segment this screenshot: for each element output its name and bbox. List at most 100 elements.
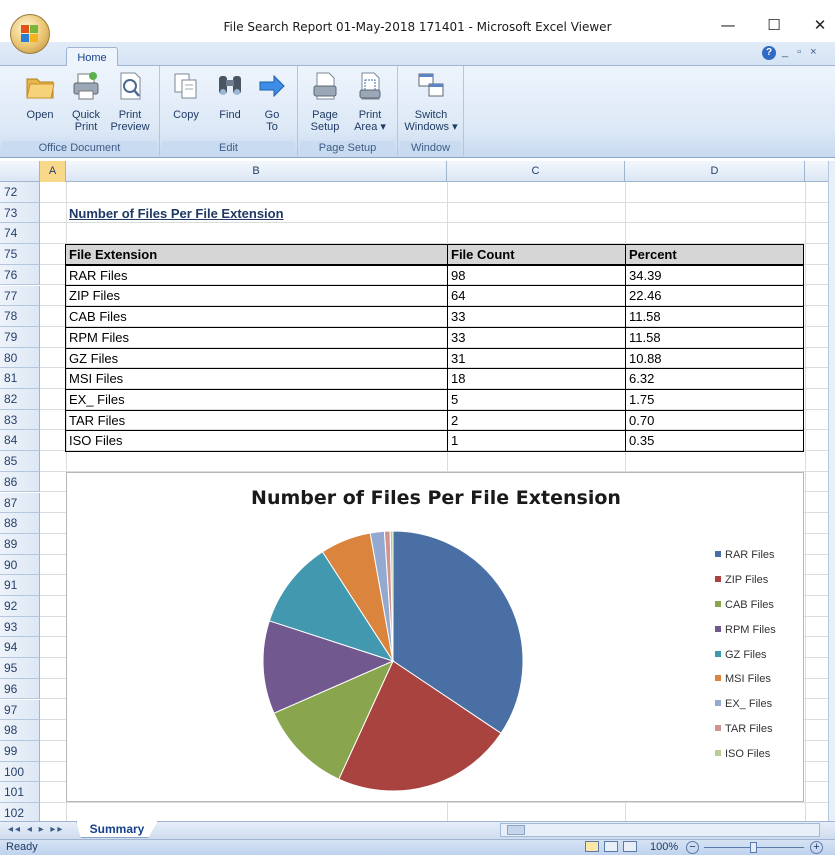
table-header-cell[interactable]: File Count (448, 244, 515, 265)
row-header[interactable]: 84 (0, 430, 40, 452)
vertical-scrollbar[interactable] (828, 161, 835, 821)
row-header[interactable]: 92 (0, 596, 40, 617)
quick-print-button[interactable]: Quick Print (68, 70, 104, 133)
page-break-icon[interactable] (623, 841, 637, 852)
page-setup-button[interactable]: Page Setup (306, 70, 344, 133)
open-button[interactable]: Open (20, 70, 60, 121)
zoom-slider-thumb[interactable] (750, 842, 757, 853)
row-header[interactable]: 100 (0, 761, 40, 783)
row-header[interactable]: 85 (0, 451, 40, 472)
normal-view-icon[interactable] (585, 841, 599, 852)
table-cell[interactable]: 2 (448, 410, 458, 431)
row-header[interactable]: 77 (0, 285, 40, 307)
copy-button[interactable]: Copy (168, 70, 204, 121)
row-header[interactable]: 80 (0, 347, 40, 369)
table-cell[interactable]: 98 (448, 265, 465, 286)
table-cell[interactable]: 64 (448, 285, 465, 306)
page-layout-icon[interactable] (604, 841, 618, 852)
table-cell[interactable]: 1 (448, 430, 458, 451)
help-icon[interactable]: ? (762, 46, 776, 60)
table-cell[interactable]: 0.35 (626, 430, 654, 451)
group-page-setup: Page Setup Print Area ▾ Page Setup (298, 66, 398, 156)
table-cell[interactable]: 5 (448, 389, 458, 410)
report-heading[interactable]: Number of Files Per File Extension (66, 203, 284, 224)
row-header[interactable]: 91 (0, 575, 40, 596)
horizontal-scrollbar[interactable] (500, 823, 820, 837)
table-cell[interactable]: 0.70 (626, 410, 654, 431)
row-header[interactable]: 88 (0, 513, 40, 534)
table-cell[interactable]: EX_ Files (66, 389, 125, 410)
row-header[interactable]: 98 (0, 720, 40, 741)
table-cell[interactable]: 10.88 (626, 348, 662, 369)
row-header[interactable]: 95 (0, 658, 40, 679)
table-header-cell[interactable]: File Extension (66, 244, 157, 265)
table-cell[interactable]: ZIP Files (66, 285, 120, 306)
table-cell[interactable]: CAB Files (66, 306, 127, 327)
row-header[interactable]: 72 (0, 182, 40, 203)
row-header[interactable]: 76 (0, 264, 40, 286)
column-header-a[interactable]: A (40, 161, 66, 182)
workbook-window-controls[interactable]: _ ▫ × (782, 46, 820, 58)
table-cell[interactable]: GZ Files (66, 348, 118, 369)
page-setup-icon (313, 72, 337, 100)
table-cell[interactable]: 33 (448, 306, 465, 327)
office-button[interactable] (10, 14, 50, 54)
row-header[interactable]: 93 (0, 616, 40, 638)
table-cell[interactable]: 6.32 (626, 368, 654, 389)
table-cell[interactable]: 31 (448, 348, 465, 369)
sheet-nav-arrows[interactable]: ◂◂ ◂ ▸ ▸▸ (8, 821, 64, 839)
zoom-out-button[interactable]: − (686, 841, 699, 854)
row-header[interactable]: 82 (0, 389, 40, 410)
table-cell[interactable]: 18 (448, 368, 465, 389)
table-cell[interactable]: 34.39 (626, 265, 662, 286)
table-cell[interactable]: TAR Files (66, 410, 125, 431)
maximize-button[interactable]: ☐ (762, 16, 786, 38)
table-cell[interactable]: RPM Files (66, 327, 129, 348)
close-button[interactable]: ✕ (808, 16, 832, 38)
select-all-corner[interactable] (0, 161, 40, 182)
print-preview-button[interactable]: Print Preview (108, 70, 152, 133)
switch-windows-button[interactable]: Switch Windows ▾ (402, 70, 460, 133)
table-cell[interactable]: 22.46 (626, 285, 662, 306)
table-cell[interactable]: RAR Files (66, 265, 128, 286)
go-to-button[interactable]: Go To (254, 70, 290, 133)
table-cell[interactable]: MSI Files (66, 368, 123, 389)
row-header[interactable]: 97 (0, 699, 40, 721)
find-button[interactable]: Find (212, 70, 248, 121)
print-area-button[interactable]: Print Area ▾ (350, 70, 390, 133)
zoom-in-button[interactable]: + (810, 841, 823, 854)
table-cell[interactable]: 11.58 (626, 327, 661, 348)
row-header[interactable]: 102 (0, 803, 40, 821)
row-header[interactable]: 86 (0, 471, 40, 493)
column-header-b[interactable]: B (66, 161, 447, 182)
tab-home[interactable]: Home (66, 47, 118, 68)
table-header-cell[interactable]: Percent (626, 244, 677, 265)
table-cell[interactable]: ISO Files (66, 430, 122, 451)
row-header[interactable]: 83 (0, 409, 40, 431)
row-header[interactable]: 87 (0, 492, 40, 514)
title-bar: File Search Report 01-May-2018 171401 - … (0, 0, 835, 42)
row-header[interactable]: 101 (0, 782, 40, 803)
row-header[interactable]: 94 (0, 637, 40, 659)
row-header[interactable]: 75 (0, 244, 40, 265)
scroll-thumb[interactable] (507, 825, 525, 835)
row-header[interactable]: 89 (0, 533, 40, 555)
row-header[interactable]: 96 (0, 678, 40, 700)
row-header[interactable]: 73 (0, 202, 40, 224)
table-cell[interactable]: 33 (448, 327, 465, 348)
column-header-c[interactable]: C (447, 161, 625, 182)
row-header[interactable]: 90 (0, 554, 40, 576)
zoom-level[interactable]: 100% (650, 841, 678, 853)
row-header[interactable]: 99 (0, 740, 40, 762)
row-header[interactable]: 79 (0, 326, 40, 348)
minimize-button[interactable]: — (716, 16, 740, 38)
row-header[interactable]: 74 (0, 223, 40, 245)
office-logo-icon (21, 25, 39, 43)
table-cell[interactable]: 1.75 (626, 389, 654, 410)
table-cell[interactable]: 11.58 (626, 306, 661, 327)
row-header[interactable]: 78 (0, 306, 40, 327)
sheet-tab-summary[interactable]: Summary (76, 821, 158, 838)
pie-chart[interactable]: Number of Files Per File Extension RAR F… (66, 472, 804, 802)
column-header-d[interactable]: D (625, 161, 805, 182)
row-header[interactable]: 81 (0, 368, 40, 389)
